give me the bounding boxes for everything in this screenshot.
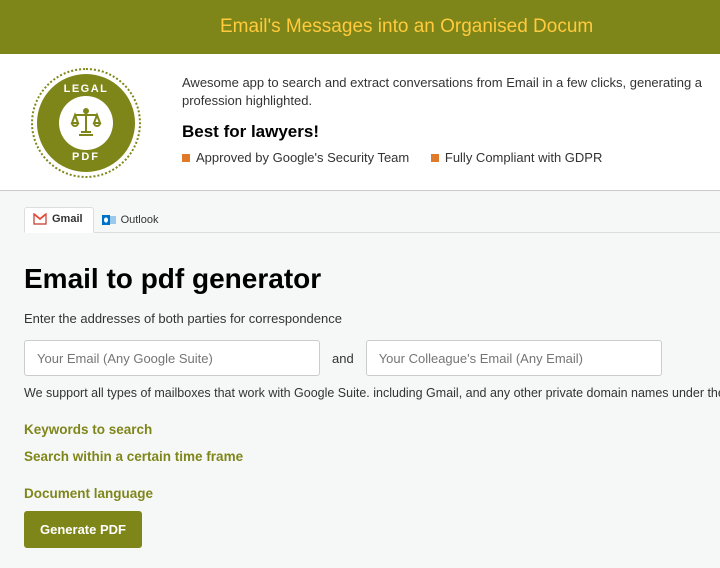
- instruction-text: Enter the addresses of both parties for …: [24, 311, 720, 326]
- page-title: Email to pdf generator: [24, 263, 720, 295]
- bullet-icon: [431, 154, 439, 162]
- badge-approved: Approved by Google's Security Team: [196, 150, 409, 165]
- and-label: and: [332, 351, 354, 366]
- scales-icon: [69, 106, 103, 140]
- feature-badges: Approved by Google's Security Team Fully…: [182, 148, 720, 167]
- gmail-icon: [33, 212, 47, 226]
- tagline: Awesome app to search and extract conver…: [182, 74, 720, 110]
- main-area: Gmail Outlook Email to pdf generator Ent…: [0, 190, 720, 568]
- header: LEGAL PDF: [0, 54, 720, 190]
- keywords-toggle[interactable]: Keywords to search: [24, 422, 720, 437]
- bullet-icon: [182, 154, 190, 162]
- tab-outlook-label: Outlook: [121, 214, 159, 226]
- support-note: We support all types of mailboxes that w…: [24, 386, 720, 400]
- tab-gmail[interactable]: Gmail: [24, 207, 94, 233]
- legal-pdf-logo: LEGAL PDF: [31, 68, 141, 178]
- timeframe-toggle[interactable]: Search within a certain time frame: [24, 449, 720, 464]
- tab-outlook[interactable]: Outlook: [94, 209, 169, 233]
- badge-gdpr: Fully Compliant with GDPR: [445, 150, 603, 165]
- banner-text: Email's Messages into an Organised Docum: [220, 16, 593, 38]
- language-toggle[interactable]: Document language: [24, 486, 720, 501]
- provider-tabs: Gmail Outlook: [24, 191, 720, 233]
- tab-gmail-label: Gmail: [52, 213, 83, 225]
- best-heading: Best for lawyers!: [182, 120, 720, 144]
- generate-pdf-button[interactable]: Generate PDF: [24, 511, 142, 548]
- top-banner: Email's Messages into an Organised Docum: [0, 0, 720, 54]
- logo-bottom-text: PDF: [37, 151, 135, 163]
- outlook-icon: [102, 213, 116, 227]
- colleague-email-input[interactable]: [366, 340, 662, 376]
- logo-top-text: LEGAL: [37, 83, 135, 95]
- your-email-input[interactable]: [24, 340, 320, 376]
